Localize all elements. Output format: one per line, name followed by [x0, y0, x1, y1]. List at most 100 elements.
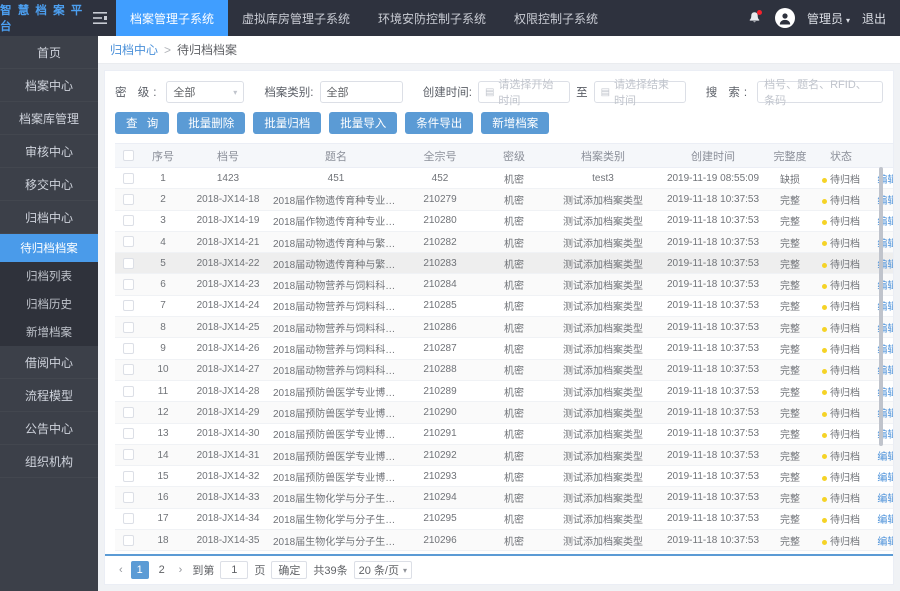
sidebar-item-borrowing-center[interactable]: 借阅中心	[0, 346, 98, 379]
row-checkbox[interactable]	[122, 492, 134, 504]
table-row[interactable]: 4 2018-JX14-21 2018届动物遗传育种与繁殖专... 210282 机密测…	[115, 231, 893, 254]
table-row[interactable]: 12 2018-JX14-29 2018届预防兽医学专业博士生... 210290 机密…	[115, 401, 893, 424]
sidebar-item-review-center[interactable]: 审核中心	[0, 135, 98, 168]
row-checkbox[interactable]	[122, 342, 134, 354]
select-all-checkbox[interactable]	[122, 150, 134, 162]
table-scrollbar[interactable]	[879, 167, 883, 554]
conditional-export-button[interactable]: 条件导出	[405, 112, 474, 134]
sidebar-item-transfer-center[interactable]: 移交中心	[0, 168, 98, 201]
sidebar-item-archiving-center[interactable]: 归档中心	[0, 201, 98, 234]
table-row[interactable]: 14 2018-JX14-31 2018届预防兽医学专业博士生... 210292 机密…	[115, 444, 893, 467]
sidebar-item-pending-archives[interactable]: 待归档档案	[0, 234, 98, 262]
row-checkbox[interactable]	[122, 193, 134, 205]
menu-collapse-icon[interactable]	[84, 0, 116, 36]
tab-archive-management[interactable]: 档案管理子系统	[116, 0, 229, 36]
page-size-select[interactable]: 20 条/页 ▾	[353, 561, 412, 579]
row-select-cell[interactable]	[115, 316, 141, 339]
table-row[interactable]: 5 2018-JX14-22 2018届动物遗传育种与繁殖专... 210283 机密测…	[115, 252, 893, 275]
sidebar-item-new-archive[interactable]: 新增档案	[0, 318, 98, 346]
row-select-cell[interactable]	[115, 508, 141, 531]
row-select-cell[interactable]	[115, 210, 141, 232]
row-checkbox[interactable]	[122, 470, 134, 482]
user-avatar-icon[interactable]	[774, 8, 795, 28]
table-row[interactable]: 3 2018-JX14-19 2018届作物遗传育种专业博士... 210280 机密测…	[115, 210, 893, 232]
row-checkbox[interactable]	[122, 321, 134, 333]
end-date-input[interactable]: ▤ 请选择结束时间	[593, 79, 686, 107]
sidebar-item-archive-history[interactable]: 归档历史	[0, 290, 98, 318]
tab-environment-security[interactable]: 环境安防控制子系统	[364, 0, 500, 36]
row-select-cell[interactable]	[115, 444, 141, 467]
row-select-cell[interactable]	[115, 423, 141, 445]
row-checkbox[interactable]	[122, 428, 134, 440]
row-checkbox[interactable]	[122, 449, 134, 461]
row-select-cell[interactable]	[115, 167, 141, 190]
row-select-cell[interactable]	[115, 252, 141, 275]
row-checkbox[interactable]	[122, 172, 134, 184]
batch-archive-button[interactable]: 批量归档	[253, 112, 322, 134]
table-row[interactable]: 16 2018-JX14-33 2018届生物化学与分子生物学... 210294 机密…	[115, 486, 893, 509]
sidebar-item-process-model[interactable]: 流程模型	[0, 379, 98, 412]
row-checkbox[interactable]	[122, 364, 134, 376]
table-row[interactable]: 11 2018-JX14-28 2018届预防兽医学专业博士生... 210289 机密…	[115, 380, 893, 403]
row-select-cell[interactable]	[115, 359, 141, 381]
table-scrollbar-thumb[interactable]	[879, 167, 883, 446]
table-row[interactable]: 9 2018-JX14-26 2018届动物营养与饲料科学专... 210287 机密测…	[115, 337, 893, 360]
logout-button[interactable]: 退出	[862, 10, 886, 27]
table-row[interactable]: 2 2018-JX14-18 2018届作物遗传育种专业博士... 210279 机密测…	[115, 188, 893, 211]
table-row[interactable]: 7 2018-JX14-24 2018届动物营养与饲料科学专... 210285 机密测…	[115, 295, 893, 318]
sidebar-item-archive-list[interactable]: 归档列表	[0, 262, 98, 290]
sidebar-item-archive-center[interactable]: 档案中心	[0, 69, 98, 102]
row-checkbox[interactable]	[122, 534, 134, 546]
sidebar-item-organization[interactable]: 组织机构	[0, 445, 98, 478]
breadcrumb-parent[interactable]: 归档中心	[110, 41, 158, 58]
row-select-cell[interactable]	[115, 401, 141, 424]
row-select-cell[interactable]	[115, 465, 141, 488]
row-select-cell[interactable]	[115, 529, 141, 552]
row-checkbox[interactable]	[122, 279, 134, 291]
row-select-cell[interactable]	[115, 550, 141, 554]
row-select-cell[interactable]	[115, 188, 141, 211]
batch-delete-button[interactable]: 批量删除	[177, 112, 246, 134]
row-select-cell[interactable]	[115, 337, 141, 360]
add-archive-button[interactable]: 新增档案	[481, 112, 550, 134]
tab-permission-control[interactable]: 权限控制子系统	[500, 0, 612, 36]
row-checkbox[interactable]	[122, 236, 134, 248]
row-checkbox[interactable]	[122, 215, 134, 227]
secrecy-select[interactable]: 全部 ▾	[166, 81, 245, 103]
table-row[interactable]: 13 2018-JX14-30 2018届预防兽医学专业博士生... 210291 机密…	[115, 423, 893, 445]
row-select-cell[interactable]	[115, 486, 141, 509]
page-number-1[interactable]: 1	[130, 561, 149, 579]
sidebar-item-home[interactable]: 首页	[0, 36, 98, 69]
row-checkbox[interactable]	[122, 300, 134, 312]
search-input[interactable]: 档号、题名、RFID、条码	[757, 79, 883, 107]
category-input[interactable]: 全部	[319, 81, 403, 103]
row-select-cell[interactable]	[115, 273, 141, 296]
row-select-cell[interactable]	[115, 231, 141, 254]
goto-page-input[interactable]: 1	[220, 561, 249, 579]
table-row[interactable]: 1 1423 451 452 机密 test3 2019-11-19 08:55:09 缺损 待…	[115, 167, 893, 190]
start-date-input[interactable]: ▤ 请选择开始时间	[477, 79, 571, 107]
table-row[interactable]: 8 2018-JX14-25 2018届动物营养与饲料科学专... 210286 机密测…	[115, 316, 893, 339]
table-row[interactable]: 17 2018-JX14-34 2018届生物化学与分子生物学... 210295 机密…	[115, 508, 893, 531]
row-checkbox[interactable]	[122, 385, 134, 397]
tab-virtual-warehouse[interactable]: 虚拟库房管理子系统	[228, 0, 364, 36]
notification-bell-icon[interactable]	[747, 9, 763, 27]
row-select-cell[interactable]	[115, 295, 141, 318]
sidebar-item-announcement-center[interactable]: 公告中心	[0, 412, 98, 445]
table-row[interactable]: 10 2018-JX14-27 2018届动物营养与饲料科学专... 210288 机密…	[115, 359, 893, 381]
goto-confirm-button[interactable]: 确定	[271, 561, 308, 579]
table-row[interactable]: 18 2018-JX14-35 2018届生物化学与分子生物学... 210296 机密…	[115, 529, 893, 552]
row-checkbox[interactable]	[122, 257, 134, 269]
batch-import-button[interactable]: 批量导入	[329, 112, 398, 134]
table-row[interactable]: 6 2018-JX14-23 2018届动物营养与饲料科学专... 210284 机密测…	[115, 273, 893, 296]
page-number-2[interactable]: 2	[153, 561, 171, 579]
next-page-button[interactable]: ›	[175, 564, 187, 576]
table-row[interactable]: 192018-JX14-362018届生态学专业博士生双盲...210297机密…	[115, 550, 893, 554]
user-menu[interactable]: 管理员 ▾	[807, 10, 850, 27]
query-button[interactable]: 查 询	[115, 112, 170, 134]
row-select-cell[interactable]	[115, 380, 141, 403]
table-row[interactable]: 15 2018-JX14-32 2018届预防兽医学专业博士生... 210293 机密…	[115, 465, 893, 488]
row-checkbox[interactable]	[122, 513, 134, 525]
row-checkbox[interactable]	[122, 406, 134, 418]
prev-page-button[interactable]: ‹	[115, 564, 127, 576]
